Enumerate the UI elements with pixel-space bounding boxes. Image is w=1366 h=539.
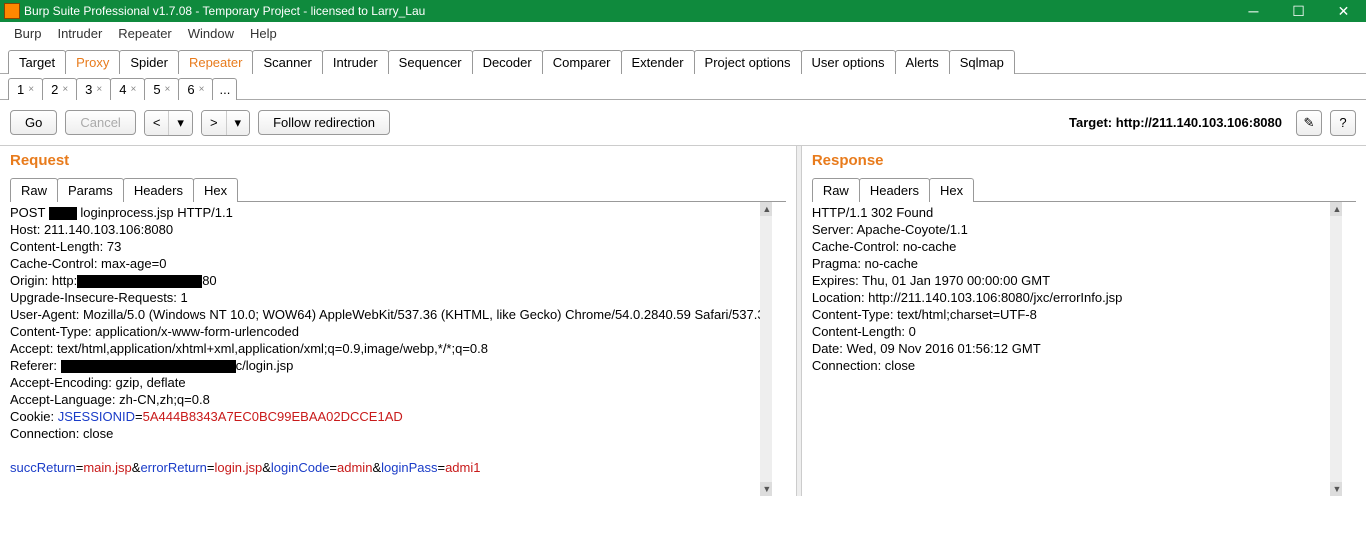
- history-back-menu[interactable]: ▾: [169, 111, 192, 135]
- response-content[interactable]: HTTP/1.1 302 Found Server: Apache-Coyote…: [812, 202, 1356, 496]
- request-tab-hex[interactable]: Hex: [193, 178, 238, 202]
- go-button[interactable]: Go: [10, 110, 57, 135]
- scroll-down-icon[interactable]: ▼: [1330, 482, 1344, 496]
- tab-scanner[interactable]: Scanner: [252, 50, 322, 74]
- response-pane: Response Raw Headers Hex HTTP/1.1 302 Fo…: [802, 146, 1366, 496]
- menu-window[interactable]: Window: [182, 24, 240, 43]
- scroll-down-icon[interactable]: ▼: [760, 482, 774, 496]
- scroll-up-icon[interactable]: ▲: [1330, 202, 1344, 216]
- tab-sqlmap[interactable]: Sqlmap: [949, 50, 1015, 74]
- response-title: Response: [812, 152, 1356, 169]
- pencil-icon: ✎: [1304, 115, 1315, 131]
- tab-user-options[interactable]: User options: [801, 50, 896, 74]
- menu-intruder[interactable]: Intruder: [51, 24, 108, 43]
- response-tab-raw[interactable]: Raw: [812, 178, 860, 202]
- help-icon: ?: [1339, 115, 1346, 130]
- tab-spider[interactable]: Spider: [119, 50, 179, 74]
- history-fwd-button[interactable]: >: [202, 111, 227, 135]
- close-icon[interactable]: ×: [199, 84, 205, 95]
- app-icon: [4, 3, 20, 19]
- subtab-5[interactable]: 5×: [144, 78, 179, 100]
- request-scrollbar[interactable]: ▲ ▼: [760, 202, 774, 496]
- subtab-2[interactable]: 2×: [42, 78, 77, 100]
- maximize-button[interactable]: ☐: [1276, 0, 1321, 22]
- response-tabs: Raw Headers Hex: [812, 177, 1356, 202]
- tab-sequencer[interactable]: Sequencer: [388, 50, 473, 74]
- redacted: [77, 275, 202, 288]
- close-icon[interactable]: ×: [165, 84, 171, 95]
- tab-proxy[interactable]: Proxy: [65, 50, 120, 74]
- request-tab-raw[interactable]: Raw: [10, 178, 58, 202]
- repeater-subtabs: 1× 2× 3× 4× 5× 6× ...: [0, 74, 1366, 100]
- target-label: Target: http://211.140.103.106:8080: [1069, 115, 1282, 130]
- window-titlebar: Burp Suite Professional v1.7.08 - Tempor…: [0, 0, 1366, 22]
- history-back-button[interactable]: <: [145, 111, 170, 135]
- tab-comparer[interactable]: Comparer: [542, 50, 622, 74]
- menu-help[interactable]: Help: [244, 24, 283, 43]
- response-tab-hex[interactable]: Hex: [929, 178, 974, 202]
- history-fwd-menu[interactable]: ▾: [227, 111, 250, 135]
- follow-redirection-button[interactable]: Follow redirection: [258, 110, 390, 135]
- help-button[interactable]: ?: [1330, 110, 1356, 136]
- response-scrollbar[interactable]: ▲ ▼: [1330, 202, 1344, 496]
- close-icon[interactable]: ×: [62, 84, 68, 95]
- request-pane: Request Raw Params Headers Hex POST logi…: [0, 146, 796, 496]
- cancel-button[interactable]: Cancel: [65, 110, 135, 135]
- history-fwd-group: > ▾: [201, 110, 250, 136]
- subtab-3[interactable]: 3×: [76, 78, 111, 100]
- window-title: Burp Suite Professional v1.7.08 - Tempor…: [24, 4, 1366, 18]
- tab-extender[interactable]: Extender: [621, 50, 695, 74]
- request-tab-params[interactable]: Params: [57, 178, 124, 202]
- request-title: Request: [10, 152, 786, 169]
- close-button[interactable]: ✕: [1321, 0, 1366, 22]
- scroll-up-icon[interactable]: ▲: [760, 202, 774, 216]
- tab-intruder[interactable]: Intruder: [322, 50, 389, 74]
- tab-target[interactable]: Target: [8, 50, 66, 74]
- split-pane: Request Raw Params Headers Hex POST logi…: [0, 146, 1366, 496]
- redacted: [61, 360, 236, 373]
- repeater-toolbar: Go Cancel < ▾ > ▾ Follow redirection Tar…: [0, 100, 1366, 146]
- request-tab-headers[interactable]: Headers: [123, 178, 194, 202]
- response-tab-headers[interactable]: Headers: [859, 178, 930, 202]
- subtab-6[interactable]: 6×: [178, 78, 213, 100]
- tab-project-options[interactable]: Project options: [694, 50, 802, 74]
- main-tabs: Target Proxy Spider Repeater Scanner Int…: [0, 46, 1366, 74]
- menu-repeater[interactable]: Repeater: [112, 24, 177, 43]
- menubar: Burp Intruder Repeater Window Help: [0, 22, 1366, 44]
- tab-decoder[interactable]: Decoder: [472, 50, 543, 74]
- redacted: [49, 207, 77, 220]
- edit-target-button[interactable]: ✎: [1296, 110, 1322, 136]
- subtab-new[interactable]: ...: [212, 78, 237, 100]
- close-icon[interactable]: ×: [28, 84, 34, 95]
- subtab-1[interactable]: 1×: [8, 78, 43, 100]
- tab-repeater[interactable]: Repeater: [178, 50, 253, 74]
- menu-burp[interactable]: Burp: [8, 24, 47, 43]
- close-icon[interactable]: ×: [130, 84, 136, 95]
- tab-alerts[interactable]: Alerts: [895, 50, 950, 74]
- close-icon[interactable]: ×: [96, 84, 102, 95]
- history-back-group: < ▾: [144, 110, 193, 136]
- request-tabs: Raw Params Headers Hex: [10, 177, 786, 202]
- subtab-4[interactable]: 4×: [110, 78, 145, 100]
- minimize-button[interactable]: ─: [1231, 0, 1276, 22]
- request-content[interactable]: POST loginprocess.jsp HTTP/1.1 Host: 211…: [10, 202, 786, 496]
